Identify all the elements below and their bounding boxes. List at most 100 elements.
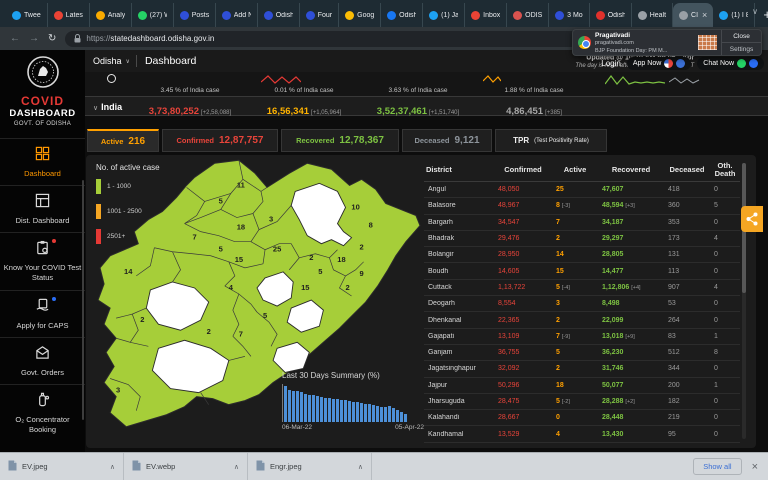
recovered-value: 50,077 (602, 381, 624, 389)
chart-bar (308, 395, 311, 422)
download-chevron-icon[interactable]: ∧ (358, 463, 363, 471)
sidebar-item-dashboard[interactable]: Dashboard (0, 138, 85, 185)
download-filename: EV.jpeg (22, 462, 48, 471)
download-chip-ev-jpeg[interactable]: EV.jpeg ∧ (0, 452, 124, 480)
browser-tab-10[interactable]: (1) Ja (423, 3, 466, 27)
india-summary-row[interactable]: ∨ India 3,73,80,252 [+2,58,088] 16,56,341 [+… (85, 96, 768, 117)
chart-bar (352, 402, 355, 422)
recovered-value: 47,607 (602, 186, 624, 194)
notification-body[interactable]: Pragativadi pragativadi.com BJP Foundati… (595, 30, 696, 55)
chat-now-button[interactable]: Chat Now (697, 57, 764, 70)
app-now-button[interactable]: App Now (626, 57, 692, 70)
active-value: 5 [-4] (556, 283, 570, 291)
reload-icon[interactable]: ↻ (48, 33, 56, 44)
sidebar-item-apply-for-caps[interactable]: Apply for CAPS (0, 289, 85, 337)
browser-tab-15[interactable]: Healt (632, 3, 674, 27)
tab-active[interactable]: Active 216 (87, 129, 159, 152)
share-button[interactable] (741, 206, 763, 232)
notification-close-button[interactable]: Close (722, 30, 761, 42)
district-active-count: 18 (237, 223, 245, 232)
tab-tpr[interactable]: TPR (Test Positivity Rate) (495, 129, 607, 152)
login-link[interactable]: Login (601, 59, 621, 68)
brand-dashboard: DASHBOARD (9, 108, 76, 120)
browser-tab-label: Four (317, 11, 333, 19)
tab-confirmed[interactable]: Confirmed 12,87,757 (162, 129, 278, 152)
browser-tab-8[interactable]: Goog (339, 3, 382, 27)
browser-tab-5[interactable]: Add N (216, 3, 258, 27)
browser-tab-13[interactable]: 3 Mo (549, 3, 590, 27)
show-all-button[interactable]: Show all (693, 458, 742, 475)
india-row-label[interactable]: ∨ India (93, 102, 122, 112)
table-row: Kandhamal 13,529 4 13,430 95 0 (424, 426, 740, 443)
browser-tab-9[interactable]: Odish (381, 3, 424, 27)
forward-icon[interactable]: → (29, 33, 39, 44)
recovered-value: 28,805 (602, 251, 624, 259)
new-tab-button[interactable]: + (763, 7, 768, 22)
browser-tab-12[interactable]: ODIS (507, 3, 550, 27)
radio-ring-icon[interactable] (107, 74, 116, 83)
legend-label: 2501+ (107, 233, 126, 240)
other-death-value: 0 (714, 430, 718, 438)
download-chip-ev-webp[interactable]: EV.webp ∧ (124, 452, 248, 480)
download-chevron-icon[interactable]: ∧ (234, 463, 239, 471)
chart-bar (336, 399, 339, 422)
active-value: 15 (556, 267, 564, 275)
otv-icon (305, 10, 315, 20)
chevron-down-icon[interactable]: ∨ (126, 58, 130, 65)
browser-tab-6[interactable]: Odish (258, 3, 300, 27)
otv-icon (555, 10, 565, 20)
browser-tab-11[interactable]: Inbox (465, 3, 508, 27)
tab-search-chevron-icon[interactable]: ∨ (752, 7, 758, 16)
browser-tab-1[interactable]: Lates (48, 3, 90, 27)
downloads-close-icon[interactable]: × (752, 461, 758, 473)
otv-icon (179, 10, 189, 20)
table-scrollbar[interactable] (742, 163, 746, 439)
browser-tab-4[interactable]: Posts (174, 3, 216, 27)
browser-tab-17[interactable]: (1) I 8 (713, 3, 756, 27)
download-chip-engr-jpeg[interactable]: Engr.jpeg ∧ (248, 452, 372, 480)
sidebar-item-o-concentrator-booking[interactable]: O₂ Concentrator Booking (0, 383, 85, 441)
active-value: 18 (556, 381, 564, 389)
recovered-value: 34,187 (602, 218, 624, 226)
district-active-count: 5 (219, 196, 223, 205)
browser-tab-3[interactable]: (27) W (132, 3, 174, 27)
browser-tab-16[interactable]: CI × (673, 3, 714, 27)
chart-bar (380, 407, 383, 422)
sidebar-item-label: Dist. Dashboard (15, 216, 70, 226)
recovered-value: 31,746 (602, 365, 624, 373)
sidebar-item-govt-orders[interactable]: Govt. Orders (0, 336, 85, 384)
confirmed-value: 48,967 (498, 202, 520, 210)
confirmed-value: 22,365 (498, 316, 520, 324)
sidebar: COVID DASHBOARD GOVT. OF ODISHA Dashboar… (0, 50, 85, 452)
browser-tab-7[interactable]: Four (300, 3, 340, 27)
chart-bar (292, 391, 295, 422)
recovered-value: 22,099 (602, 316, 624, 324)
sidebar-scrollbar[interactable] (82, 180, 84, 420)
district-active-count: 15 (235, 255, 243, 264)
confirmed-value: 13,109 (498, 332, 520, 340)
browser-tab-label: CI (691, 11, 699, 19)
tab-recovered[interactable]: Recovered 12,78,367 (281, 129, 399, 152)
district-active-count: 5 (219, 245, 223, 254)
notification-settings-button[interactable]: Settings (722, 42, 761, 55)
browser-tab-0[interactable]: Twee (6, 3, 48, 27)
url-text: https://statedashboard.odisha.gov.in (86, 34, 215, 43)
back-icon[interactable]: ← (10, 33, 20, 44)
tab-close-icon[interactable]: × (702, 10, 707, 20)
table-header-cell: Confirmed (504, 164, 542, 174)
district-active-count: 2 (140, 315, 144, 324)
page-icon (679, 10, 689, 20)
sidebar-item-know-your-covid-test-status[interactable]: Know Your COVID Test Status (0, 232, 85, 289)
recovered-value: 8,498 (602, 300, 620, 308)
brand-covid: COVID (20, 94, 64, 108)
other-death-value: 4 (714, 283, 718, 291)
download-chevron-icon[interactable]: ∧ (110, 463, 115, 471)
sidebar-item-dist-dashboard[interactable]: Dist. Dashboard (0, 185, 85, 232)
browser-tab-14[interactable]: Odish (590, 3, 632, 27)
active-sparkline (483, 75, 501, 83)
recovered-value: 28,288 [+2] (602, 398, 635, 405)
browser-tab-2[interactable]: Analy (90, 3, 132, 27)
odisha-trend-row[interactable] (85, 72, 768, 85)
state-selector[interactable]: Odisha (93, 56, 122, 66)
tab-deceased[interactable]: Deceased 9,121 (402, 129, 492, 152)
